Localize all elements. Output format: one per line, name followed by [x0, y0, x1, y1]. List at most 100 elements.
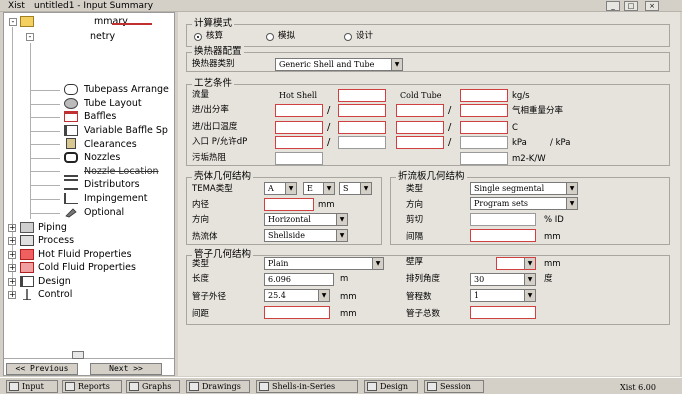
cold-out-fraction-input[interactable]: [460, 104, 508, 117]
next-button[interactable]: Next >>: [90, 363, 162, 375]
hot-in-fraction-input[interactable]: [275, 104, 323, 117]
tube-passes-label: 管程数: [406, 292, 432, 302]
fouling-unit: m2-K/W: [512, 154, 546, 164]
expand-toggle[interactable]: +: [8, 224, 16, 232]
tubepass-icon: [64, 84, 78, 95]
radio-design-label: 设计: [356, 31, 374, 41]
radio-design[interactable]: [344, 33, 352, 41]
expand-toggle[interactable]: +: [8, 291, 16, 299]
tema-rear-dropdown[interactable]: S ▼: [339, 182, 372, 195]
shell-orient-dropdown[interactable]: Horizontal ▼: [264, 213, 348, 226]
chevron-down-icon: ▼: [323, 183, 334, 194]
tree-item-nozzle-location[interactable]: Nozzle Location: [84, 166, 159, 178]
collapse-toggle[interactable]: -: [9, 18, 17, 26]
collapse-toggle[interactable]: -: [26, 33, 34, 41]
flow-unit: kg/s: [512, 91, 530, 101]
chevron-down-icon: ▼: [391, 59, 402, 70]
maximize-button[interactable]: □: [624, 1, 638, 11]
cold-allowed-dp-input[interactable]: [460, 136, 508, 149]
temperature-label: 进/出口温度: [192, 122, 238, 132]
hot-fouling-input[interactable]: [275, 152, 323, 165]
layout-angle-label: 排列角度: [406, 274, 441, 284]
wall-label: 壁厚: [406, 257, 424, 267]
cold-in-temp-input[interactable]: [396, 121, 444, 134]
exchanger-type-dropdown[interactable]: Generic Shell and Tube ▼: [275, 58, 403, 71]
tree-item-piping[interactable]: Piping: [38, 222, 67, 234]
tema-shell-dropdown[interactable]: E ▼: [303, 182, 335, 195]
tree-item-distributors[interactable]: Distributors: [84, 179, 140, 191]
cold-in-fraction-input[interactable]: [396, 104, 444, 117]
tube-layout-icon: [64, 98, 78, 109]
navigation-tree: - mmary - netry Tubepass Arrange Tube La…: [3, 12, 175, 376]
tree-item-summary[interactable]: mmary: [94, 16, 128, 28]
baffle-type-dropdown[interactable]: Single segmental ▼: [470, 182, 578, 195]
tube-count-input[interactable]: [470, 306, 536, 319]
tree-item-nozzles[interactable]: Nozzles: [84, 152, 120, 164]
hot-fluid-dropdown[interactable]: Shellside ▼: [264, 229, 348, 242]
expand-toggle[interactable]: +: [8, 264, 16, 272]
radio-simulation[interactable]: [266, 33, 274, 41]
tree-item-geometry[interactable]: netry: [90, 31, 115, 43]
tree-item-optional[interactable]: Optional: [84, 207, 124, 219]
previous-button[interactable]: << Previous: [6, 363, 78, 375]
wall-dropdown[interactable]: ▼: [496, 257, 536, 270]
cold-flow-input[interactable]: [460, 89, 508, 102]
hot-allowed-dp-input[interactable]: [338, 136, 386, 149]
tree-item-control[interactable]: Control: [38, 289, 72, 301]
hot-shell-header: Hot Shell: [279, 91, 318, 100]
cold-fouling-input[interactable]: [460, 152, 508, 165]
expand-toggle[interactable]: +: [8, 237, 16, 245]
tree-item-hot-fluid[interactable]: Hot Fluid Properties: [38, 249, 132, 261]
tree-item-clearances[interactable]: Clearances: [84, 139, 137, 151]
variable-baffle-icon: [64, 125, 78, 136]
hot-inlet-pressure-input[interactable]: [275, 136, 323, 149]
hot-flow-input[interactable]: [338, 89, 386, 102]
tab-drawings[interactable]: Drawings: [186, 380, 250, 393]
exchanger-title: 换热器配置: [192, 46, 244, 57]
red-underline: [112, 23, 152, 25]
fouling-label: 污垢热阻: [192, 153, 227, 163]
radio-rating[interactable]: [194, 33, 202, 41]
hot-out-temp-input[interactable]: [338, 121, 386, 134]
tema-front-dropdown[interactable]: A ▼: [264, 182, 297, 195]
tree-item-cold-fluid[interactable]: Cold Fluid Properties: [38, 262, 136, 274]
cold-out-temp-input[interactable]: [460, 121, 508, 134]
tree-item-tube-layout[interactable]: Tube Layout: [84, 98, 142, 110]
tube-type-dropdown[interactable]: Plain ▼: [264, 257, 384, 270]
chevron-down-icon: ▼: [336, 230, 347, 241]
tube-passes-dropdown[interactable]: 1 ▼: [470, 289, 536, 302]
layout-angle-unit: 度: [544, 274, 553, 284]
baffle-orient-dropdown[interactable]: Program sets ▼: [470, 197, 578, 210]
close-button[interactable]: ×: [645, 1, 659, 11]
tree-item-design[interactable]: Design: [38, 276, 71, 288]
hot-out-fraction-input[interactable]: [338, 104, 386, 117]
baffle-cut-input[interactable]: [470, 213, 536, 226]
hot-in-temp-input[interactable]: [275, 121, 323, 134]
tube-od-dropdown[interactable]: 25.4 ▼: [264, 289, 330, 302]
tube-pitch-input[interactable]: [264, 306, 330, 319]
tube-od-unit: mm: [340, 292, 357, 302]
scroll-grip[interactable]: [72, 351, 84, 359]
tree-item-baffles[interactable]: Baffles: [84, 111, 116, 123]
tab-reports[interactable]: Reports: [62, 380, 122, 393]
tree-item-tubepass[interactable]: Tubepass Arrange: [84, 84, 169, 96]
shell-id-unit: mm: [318, 200, 335, 210]
tube-length-input[interactable]: 6.096: [264, 273, 334, 286]
tab-graphs[interactable]: Graphs: [126, 380, 180, 393]
shell-orient-label: 方向: [192, 215, 210, 225]
layout-angle-dropdown[interactable]: 30 ▼: [470, 273, 536, 286]
tree-item-variable-baffle[interactable]: Variable Baffle Sp: [84, 125, 168, 137]
tree-item-impingement[interactable]: Impingement: [84, 193, 147, 205]
tab-session[interactable]: Session: [424, 380, 484, 393]
expand-toggle[interactable]: +: [8, 251, 16, 259]
tree-item-process[interactable]: Process: [38, 235, 74, 247]
tab-input[interactable]: Input: [6, 380, 58, 393]
tab-shells-in-series[interactable]: Shells-in-Series: [256, 380, 358, 393]
chevron-down-icon: ▼: [524, 258, 535, 269]
cold-inlet-pressure-input[interactable]: [396, 136, 444, 149]
expand-toggle[interactable]: +: [8, 278, 16, 286]
minimize-button[interactable]: _: [606, 1, 620, 11]
tab-design[interactable]: Design: [364, 380, 418, 393]
baffle-spacing-input[interactable]: [470, 229, 536, 242]
shell-id-input[interactable]: [264, 198, 314, 211]
